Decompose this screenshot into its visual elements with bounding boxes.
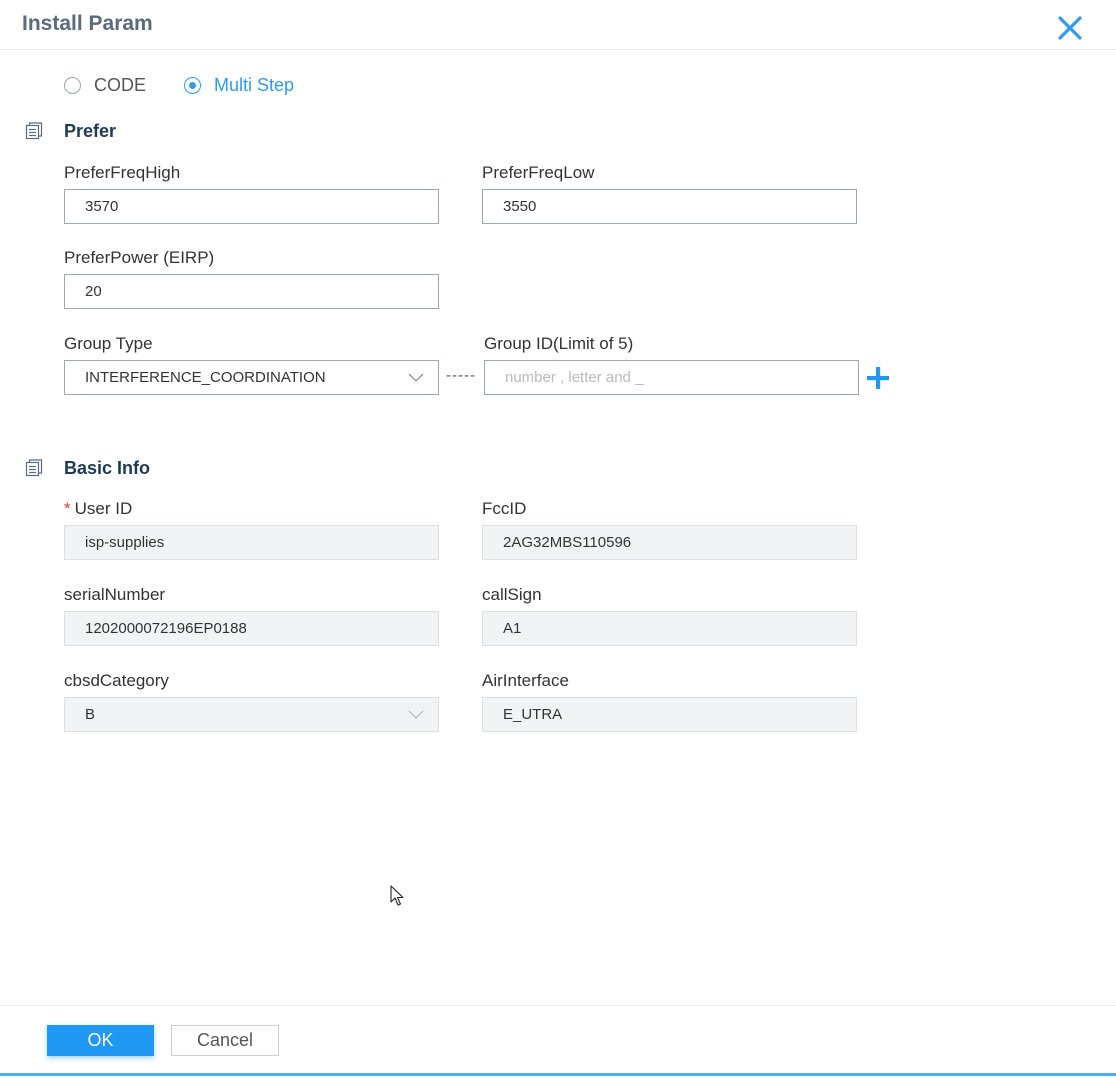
required-mark: * [64,499,71,518]
cbsd-category-label: cbsdCategory [64,671,169,690]
section-basic-info-header: Basic Info [24,455,150,481]
group-id-input[interactable]: number , letter and _ [484,360,859,395]
fcc-id-field: 2AG32MBS110596 [482,525,857,560]
group-id-label: Group ID(Limit of 5) [484,334,634,353]
user-id-label-text: User ID [74,499,133,518]
prefer-freq-low-input[interactable]: 3550 [482,189,857,224]
radio-circle-checked[interactable] [184,76,202,94]
radio-circle[interactable] [64,76,81,94]
group-type-value: INTERFERENCE_COORDINATION [85,369,326,386]
chevron-down-icon [408,373,424,382]
prefer-freq-low-label: PreferFreqLow [482,163,595,182]
cancel-button[interactable]: Cancel [171,1025,279,1056]
cbsd-category-select: B [64,697,439,732]
prefer-freq-high-label: PreferFreqHigh [64,163,181,182]
serial-number-label: serialNumber [64,585,166,604]
group-type-label: Group Type [64,334,153,353]
mode-radio-code-label: CODE [94,74,147,95]
call-sign-label: callSign [482,585,542,604]
dialog-footer: OK Cancel [0,1005,1116,1078]
section-prefer-title: Prefer [64,120,117,141]
mouse-pointer-icon [390,885,404,906]
section-prefer-header: Prefer [24,118,116,144]
user-id-label: * User ID [64,499,132,519]
group-type-select[interactable]: INTERFERENCE_COORDINATION [64,360,439,395]
dialog-header: Install Param [0,0,1116,50]
prefer-power-input[interactable]: 20 [64,274,439,309]
document-list-icon [25,122,43,140]
call-sign-field: A1 [482,611,857,646]
close-icon[interactable] [1056,14,1084,42]
group-separator: ----- [446,367,476,384]
air-interface-label: AirInterface [482,671,569,690]
document-list-icon [25,459,43,477]
mode-radio-multi-step-label: Multi Step [214,74,295,95]
dialog-title: Install Param [22,12,153,35]
plus-icon[interactable] [865,365,891,391]
prefer-freq-high-input[interactable]: 3570 [64,189,439,224]
prefer-power-label: PreferPower (EIRP) [64,248,215,267]
ok-button[interactable]: OK [47,1025,154,1056]
serial-number-field: 1202000072196EP0188 [64,611,439,646]
fcc-id-label: FccID [482,499,527,518]
mode-radio-multi-step[interactable]: Multi Step [184,75,294,96]
footer-accent-line [0,1073,1116,1076]
air-interface-field: E_UTRA [482,697,857,732]
cbsd-category-value: B [85,706,96,723]
install-param-dialog: Install Param CODE Multi Step Prefer Pre… [0,0,1116,1078]
user-id-field: isp-supplies [64,525,439,560]
chevron-down-icon [408,710,424,719]
section-basic-info-title: Basic Info [64,457,151,478]
mode-radio-code[interactable]: CODE [64,75,146,96]
mode-radio-group: CODE Multi Step [64,72,332,98]
